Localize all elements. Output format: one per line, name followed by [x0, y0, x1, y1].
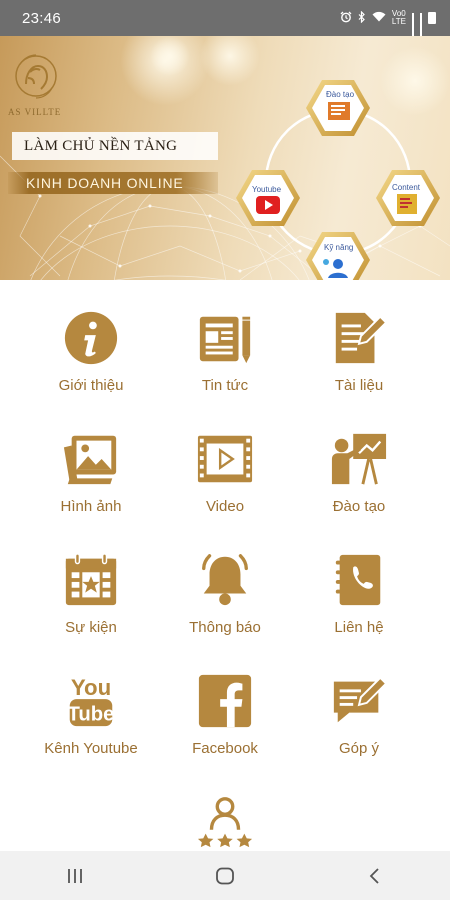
- menu-item-label: Hình ảnh: [60, 498, 122, 515]
- menu-item-label: Liên hệ: [334, 619, 384, 636]
- menu-item-label: Kênh Youtube: [44, 740, 138, 757]
- promo-banner[interactable]: AS VILLTE LÀM CHỦ NỀN TẢNG KINH DOANH ON…: [0, 36, 450, 280]
- info-icon: [61, 308, 121, 368]
- menu-item-label: Tài liệu: [334, 377, 384, 394]
- menu-item-contact[interactable]: Liên hệ: [284, 522, 434, 643]
- network-type-label: Vo0 LTE: [391, 9, 406, 26]
- svg-text:Content: Content: [392, 183, 421, 192]
- menu-item-feedback[interactable]: Góp ý: [284, 643, 434, 764]
- bluetooth-icon: [358, 10, 366, 26]
- diagram-node-skills: Kỹ năng: [306, 232, 370, 280]
- menu-item-news[interactable]: Tin tức: [150, 280, 300, 401]
- menu-item-youtube-channel[interactable]: You Tube Kênh Youtube: [16, 643, 166, 764]
- brand-logo-text: AS VILLTE: [8, 107, 62, 117]
- status-icons: Vo0 LTE: [340, 9, 436, 40]
- skills-diagram: Đào tạo Youtube Content Kỹ năng: [236, 80, 440, 280]
- menu-item-label: Video: [205, 498, 245, 515]
- menu-item-documents[interactable]: Tài liệu: [284, 280, 434, 401]
- svg-text:You: You: [71, 675, 111, 700]
- bell-icon: [195, 550, 255, 610]
- banner-slogan-line2: KINH DOANH ONLINE: [8, 172, 218, 194]
- menu-item-notifications[interactable]: Thông báo: [150, 522, 300, 643]
- diagram-node-content: Content: [376, 170, 440, 226]
- menu-item-events[interactable]: Sự kiện: [16, 522, 166, 643]
- svg-text:Kỹ năng: Kỹ năng: [324, 243, 353, 252]
- menu-item-label: Giới thiệu: [58, 377, 124, 394]
- back-button[interactable]: [345, 856, 405, 896]
- signal-icon: [412, 12, 414, 40]
- wifi-icon: [372, 11, 386, 25]
- svg-text:Đào tạo: Đào tạo: [326, 90, 355, 99]
- video-icon: [195, 429, 255, 489]
- recent-apps-button[interactable]: [45, 856, 105, 896]
- menu-item-images[interactable]: Hình ảnh: [16, 401, 166, 522]
- contact-icon: [329, 550, 389, 610]
- menu-item-training[interactable]: Đào tạo: [284, 401, 434, 522]
- news-icon: [195, 308, 255, 368]
- back-icon: [369, 867, 379, 884]
- menu-item-label: Sự kiện: [65, 619, 117, 636]
- home-icon: [216, 867, 234, 884]
- menu-item-label: Thông báo: [189, 619, 261, 636]
- svg-text:Tube: Tube: [68, 703, 115, 725]
- menu-item-label: Tin tức: [201, 377, 249, 394]
- diagram-node-training: Đào tạo: [306, 80, 370, 136]
- diagram-node-youtube: Youtube: [236, 170, 300, 226]
- menu-item-facebook[interactable]: Facebook: [150, 643, 300, 764]
- feedback-icon: [329, 671, 389, 731]
- svg-text:Youtube: Youtube: [252, 185, 282, 194]
- menu-item-label: Góp ý: [338, 740, 380, 757]
- rating-icon: [195, 792, 255, 852]
- recent-apps-icon: [68, 868, 82, 883]
- facebook-icon: [195, 671, 255, 731]
- alarm-icon: [340, 11, 352, 26]
- youtube-icon: You Tube: [61, 671, 121, 731]
- battery-icon: [428, 12, 436, 24]
- menu-item-about[interactable]: Giới thiệu: [16, 280, 166, 401]
- home-button[interactable]: [195, 856, 255, 896]
- status-time: 23:46: [22, 9, 62, 27]
- menu-item-video[interactable]: Video: [150, 401, 300, 522]
- system-nav-bar: [0, 851, 450, 900]
- calendar-icon: [61, 550, 121, 610]
- document-icon: [329, 308, 389, 368]
- signal-icon-2: [420, 12, 422, 40]
- banner-slogan-line1: LÀM CHỦ NỀN TẢNG: [12, 132, 218, 160]
- training-icon: [329, 429, 389, 489]
- status-bar: 23:46 Vo0 LTE: [0, 0, 450, 40]
- menu-item-label: Đào tạo: [332, 498, 386, 515]
- images-icon: [61, 429, 121, 489]
- menu-item-label: Facebook: [192, 740, 258, 757]
